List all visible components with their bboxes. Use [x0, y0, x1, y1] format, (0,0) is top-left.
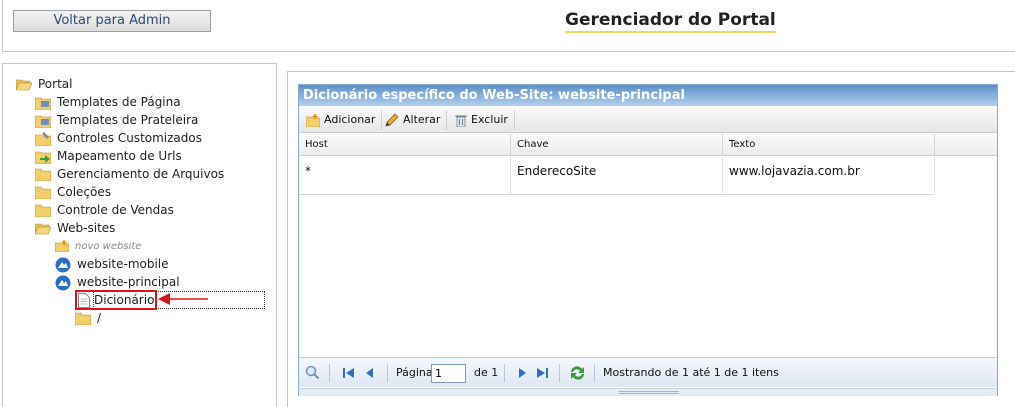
cell-texto: www.lojavazia.com.br — [723, 157, 935, 195]
column-header-texto[interactable]: Texto — [723, 134, 935, 156]
tree-node-templates-prateleira[interactable]: Templates de Prateleira — [35, 112, 198, 129]
page-label: Página — [396, 366, 433, 379]
tree-node-portal[interactable]: Portal — [16, 76, 72, 93]
highlight-box — [75, 290, 157, 310]
grid-title: Dicionário específico do Web-Site: websi… — [299, 85, 997, 106]
back-to-admin-button[interactable]: Voltar para Admin — [13, 10, 211, 32]
add-label: Adicionar — [324, 113, 376, 126]
table-row[interactable]: * EnderecoSite www.lojavazia.com.br — [299, 157, 935, 195]
template-icon — [35, 97, 51, 110]
tree-label: Coleções — [57, 185, 112, 199]
pager-separator — [329, 364, 330, 382]
delete-button[interactable]: Excluir — [452, 110, 515, 130]
tree-node-controle-vendas[interactable]: Controle de Vendas — [35, 202, 174, 219]
next-page-icon[interactable] — [517, 367, 527, 379]
pager-separator — [559, 364, 560, 382]
tree-node-web-sites[interactable]: Web-sites — [35, 220, 115, 237]
grid-header: Host Chave Texto — [299, 134, 997, 156]
cell-host: * — [299, 157, 511, 195]
last-page-icon[interactable] — [536, 367, 548, 379]
edit-button[interactable]: Alterar — [382, 110, 448, 130]
prev-page-icon[interactable] — [365, 367, 375, 379]
resize-grip-icon — [619, 391, 679, 394]
cell-chave: EnderecoSite — [511, 157, 723, 195]
column-header-host[interactable]: Host — [299, 134, 511, 156]
folder-open-icon — [16, 79, 32, 91]
search-icon[interactable] — [305, 365, 320, 380]
tree-label: novo website — [75, 241, 142, 252]
page-title: Gerenciador do Portal — [565, 9, 776, 33]
pager-status: Mostrando de 1 até 1 de 1 itens — [603, 366, 779, 379]
new-folder-icon — [55, 240, 69, 252]
add-button[interactable]: Adicionar — [303, 110, 383, 130]
trash-icon — [455, 115, 467, 127]
folder-icon — [75, 312, 91, 325]
header-bar: Voltar para Admin Gerenciador do Portal — [2, 0, 1015, 52]
add-icon — [306, 113, 320, 127]
folder-icon — [35, 204, 51, 217]
controls-icon — [35, 131, 51, 146]
globe-icon — [55, 257, 71, 272]
pointer-arrow-icon — [158, 293, 208, 305]
refresh-icon[interactable] — [569, 365, 586, 381]
tree-node-root-folder[interactable]: / — [75, 310, 101, 327]
folder-open-icon — [35, 223, 51, 235]
template-icon — [35, 115, 51, 128]
tree-node-website-principal[interactable]: website-principal — [55, 274, 180, 291]
tree-node-templates-pagina[interactable]: Templates de Página — [35, 94, 181, 111]
tree-label: Portal — [38, 77, 73, 91]
tree-label: Templates de Prateleira — [57, 113, 199, 127]
page-count-label: de 1 — [474, 366, 499, 379]
grid-pager: Página de 1 Mostrando de 1 até 1 de 1 it… — [299, 357, 997, 387]
column-header-chave[interactable]: Chave — [511, 134, 723, 156]
url-map-icon — [35, 151, 51, 164]
tree-label: / — [97, 311, 102, 325]
grid-resize-handle[interactable] — [299, 388, 997, 396]
tree-label: Mapeamento de Urls — [57, 149, 182, 163]
grid-toolbar: Adicionar Alterar Excluir — [299, 107, 997, 133]
tree-node-gerenciamento-arquivos[interactable]: Gerenciamento de Arquivos — [35, 166, 224, 183]
tree-label: Controles Customizados — [57, 131, 202, 145]
tree-node-mapeamento-urls[interactable]: Mapeamento de Urls — [35, 148, 182, 165]
delete-label: Excluir — [471, 113, 508, 126]
tree-label: website-mobile — [77, 257, 169, 271]
tree-label: website-principal — [77, 275, 180, 289]
pager-separator — [387, 364, 388, 382]
tree-node-novo-website[interactable]: novo website — [55, 238, 141, 255]
globe-icon — [55, 275, 71, 290]
tree-node-colecoes[interactable]: Coleções — [35, 184, 111, 201]
first-page-icon[interactable] — [343, 367, 355, 379]
dictionary-grid: Dicionário específico do Web-Site: websi… — [298, 84, 998, 396]
folder-icon — [35, 168, 51, 181]
tree-label: Templates de Página — [57, 95, 181, 109]
tree-node-controles-customizados[interactable]: Controles Customizados — [35, 130, 202, 147]
tree-label: Controle de Vendas — [57, 203, 174, 217]
page-number-input[interactable] — [431, 364, 466, 383]
pager-separator — [504, 364, 505, 382]
edit-label: Alterar — [403, 113, 441, 126]
tree-node-website-mobile[interactable]: website-mobile — [55, 256, 169, 273]
folder-icon — [35, 186, 51, 199]
tree-label: Web-sites — [57, 221, 116, 235]
pencil-icon — [385, 113, 399, 127]
pager-separator — [594, 364, 595, 382]
tree-label: Gerenciamento de Arquivos — [57, 167, 225, 181]
